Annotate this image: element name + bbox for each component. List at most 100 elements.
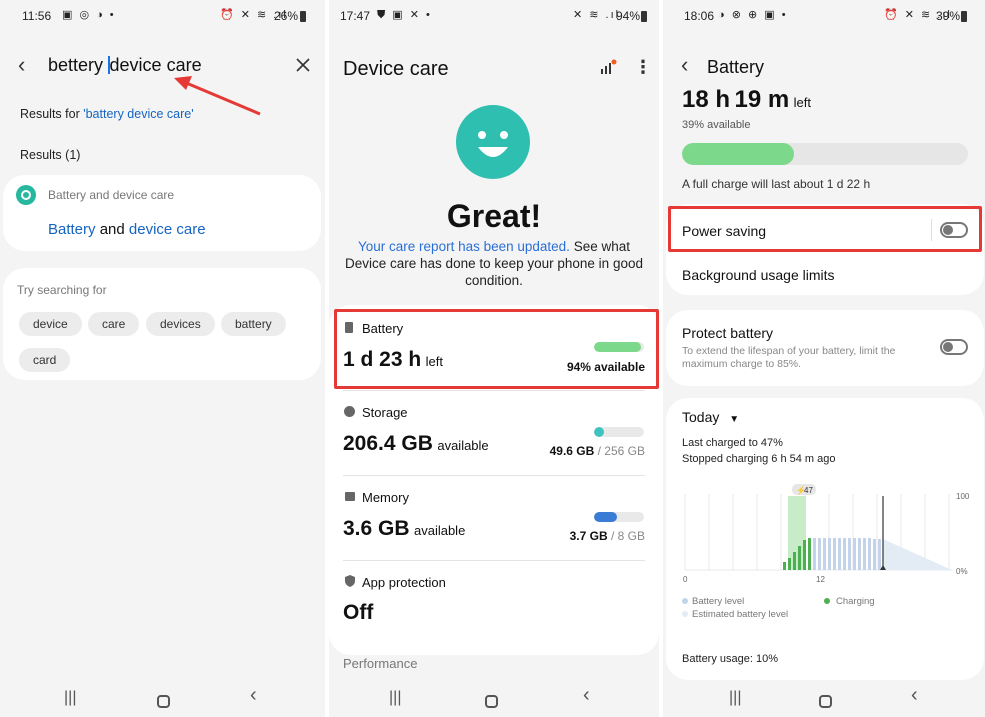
storage-used: 49.6 GB	[549, 444, 595, 458]
memory-usage: 3.7 GB / 8 GB	[570, 529, 645, 543]
suggestion-chip-card[interactable]: card	[19, 348, 71, 372]
time-unit: left	[793, 95, 811, 110]
stopped-charging-text: Stopped charging 6 h 54 m ago	[682, 453, 836, 465]
battery-icon	[300, 11, 306, 22]
storage-usage: 49.6 GB / 256 GB	[550, 444, 645, 458]
suggestion-chip-care[interactable]: care	[88, 312, 140, 336]
background-usage-limits[interactable]: Background usage limits	[682, 267, 835, 283]
legend-dot-light	[682, 611, 688, 617]
status-time: 17:47	[340, 9, 371, 23]
device-care-icon	[16, 185, 36, 205]
result-title-highlight-2: device care	[128, 221, 206, 238]
page-title: Device care	[343, 58, 449, 80]
legend-dot-blue	[682, 598, 688, 604]
back-arrow-icon[interactable]: ‹	[681, 52, 688, 78]
clear-icon[interactable]	[296, 58, 310, 72]
suggestion-chip-battery[interactable]: battery	[221, 312, 286, 336]
search-screen: 11:56 ▣ ◎ ◑ • ⏰ ✕ ≋ .ıl 26% ‹ bettery de…	[0, 0, 325, 717]
last-charged-text: Last charged to 47%	[682, 437, 783, 449]
search-query-part1: bettery	[48, 55, 109, 75]
results-count: Results (1)	[20, 148, 81, 162]
estimated-level-area	[883, 539, 952, 570]
battery-percent: 26%	[274, 9, 299, 23]
suggestion-chip-devices[interactable]: devices	[146, 312, 215, 336]
dropdown-arrow-icon: ▼	[729, 414, 740, 425]
protect-battery-toggle[interactable]	[940, 339, 968, 355]
battery-time-left: 18 h 19 m left	[682, 86, 811, 114]
storage-value: 206.4 GB available	[343, 432, 489, 456]
navigation-bar: ||| ‹	[663, 681, 985, 717]
navigation-bar: ||| ‹	[0, 681, 325, 717]
recents-icon[interactable]: |||	[389, 689, 401, 707]
home-icon[interactable]	[819, 695, 832, 708]
result-title[interactable]: Battery and device care	[48, 221, 206, 238]
care-report-text: Your care report has been updated. See w…	[341, 238, 647, 289]
performance-label[interactable]: Performance	[343, 656, 417, 671]
x-axis-12: 12	[816, 575, 825, 584]
back-arrow-icon[interactable]: ‹	[18, 52, 25, 78]
time-hours: 18 h	[682, 86, 731, 113]
legend-charging: Charging	[824, 596, 875, 607]
recents-icon[interactable]: |||	[729, 689, 741, 707]
battery-percent: 39%	[936, 9, 961, 23]
result-title-plain: and	[95, 221, 129, 238]
memory-value: 3.6 GB available	[343, 517, 465, 541]
status-bar: 11:56 ▣ ◎ ◑ • ⏰ ✕ ≋ .ıl 26%	[0, 8, 325, 26]
battery-level-bar	[682, 143, 968, 165]
result-category: Battery and device care	[48, 188, 175, 202]
search-result-card[interactable]: Battery and device care Battery and devi…	[3, 175, 321, 251]
status-time: 11:56	[22, 9, 52, 23]
y-axis-100: 100	[956, 492, 970, 501]
nav-back-icon[interactable]: ‹	[250, 684, 257, 707]
system-icons: ✕ ≋ .ıl	[573, 9, 621, 21]
results-for-term[interactable]: 'battery device care'	[83, 107, 193, 121]
status-bar: 17:47 ⛊ ▣ ✕ • ✕ ≋ .ıl 94%	[329, 8, 659, 26]
app-protection-value: Off	[343, 601, 374, 624]
battery-screen: 18:06 ◑ ⊗ ⊕ ▣ • ⏰ ✕ ≋ .ıl 39% ‹ Battery …	[663, 0, 985, 717]
today-selector[interactable]: Today ▼	[682, 409, 739, 425]
results-for-text: Results for 'battery device care'	[20, 107, 194, 121]
recents-icon[interactable]: |||	[64, 689, 76, 707]
battery-icon	[961, 11, 967, 22]
charge-badge-value: 47	[804, 486, 813, 495]
app-protection-item[interactable]: App protection Off	[329, 561, 659, 641]
status-time: 18:06	[684, 9, 715, 23]
nav-back-icon[interactable]: ‹	[911, 684, 918, 707]
app-protection-label: App protection	[362, 575, 446, 590]
x-axis-0: 0	[683, 575, 688, 584]
protect-battery-card[interactable]: Protect battery To extend the lifespan o…	[666, 310, 984, 386]
more-options-icon[interactable]: ⋮	[634, 57, 652, 78]
storage-value-number: 206.4 GB	[343, 432, 433, 455]
highlight-box-power-saving	[668, 206, 982, 252]
memory-level-fill	[594, 512, 617, 522]
battery-available: 39% available	[682, 119, 751, 131]
legend-battery-level-text: Battery level	[692, 596, 745, 607]
home-icon[interactable]	[485, 695, 498, 708]
storage-value-unit: available	[437, 438, 489, 453]
signal-stats-icon[interactable]	[600, 59, 618, 75]
storage-label: Storage	[362, 405, 408, 420]
protect-battery-title: Protect battery	[682, 325, 774, 341]
battery-usage-text: Battery usage: 10%	[682, 653, 779, 665]
full-charge-text: A full charge will last about 1 d 22 h	[682, 177, 871, 191]
suggestion-chip-device[interactable]: device	[19, 312, 82, 336]
home-icon[interactable]	[157, 695, 170, 708]
storage-item[interactable]: Storage 206.4 GB available 49.6 GB / 256…	[329, 391, 659, 475]
care-report-link[interactable]: Your care report has been updated.	[358, 239, 570, 254]
try-searching-card: Try searching for device care devices ba…	[3, 268, 321, 380]
memory-value-number: 3.6 GB	[343, 517, 410, 540]
today-label: Today	[682, 409, 720, 425]
smiley-face-icon	[456, 105, 530, 179]
storage-icon	[344, 406, 355, 417]
nav-back-icon[interactable]: ‹	[583, 684, 590, 707]
memory-item[interactable]: Memory 3.6 GB available 3.7 GB / 8 GB	[329, 476, 659, 560]
memory-level-bar	[594, 512, 644, 522]
navigation-bar: ||| ‹	[329, 681, 659, 717]
device-care-screen: 17:47 ⛊ ▣ ✕ • ✕ ≋ .ıl 94% Device care ⋮ …	[329, 0, 659, 717]
shield-icon	[345, 575, 355, 587]
try-searching-label: Try searching for	[17, 283, 107, 297]
legend-dot-green	[824, 598, 830, 604]
memory-icon	[345, 492, 355, 501]
battery-percent: 94%	[616, 9, 641, 23]
status-bar: 18:06 ◑ ⊗ ⊕ ▣ • ⏰ ✕ ≋ .ıl 39%	[663, 8, 985, 26]
